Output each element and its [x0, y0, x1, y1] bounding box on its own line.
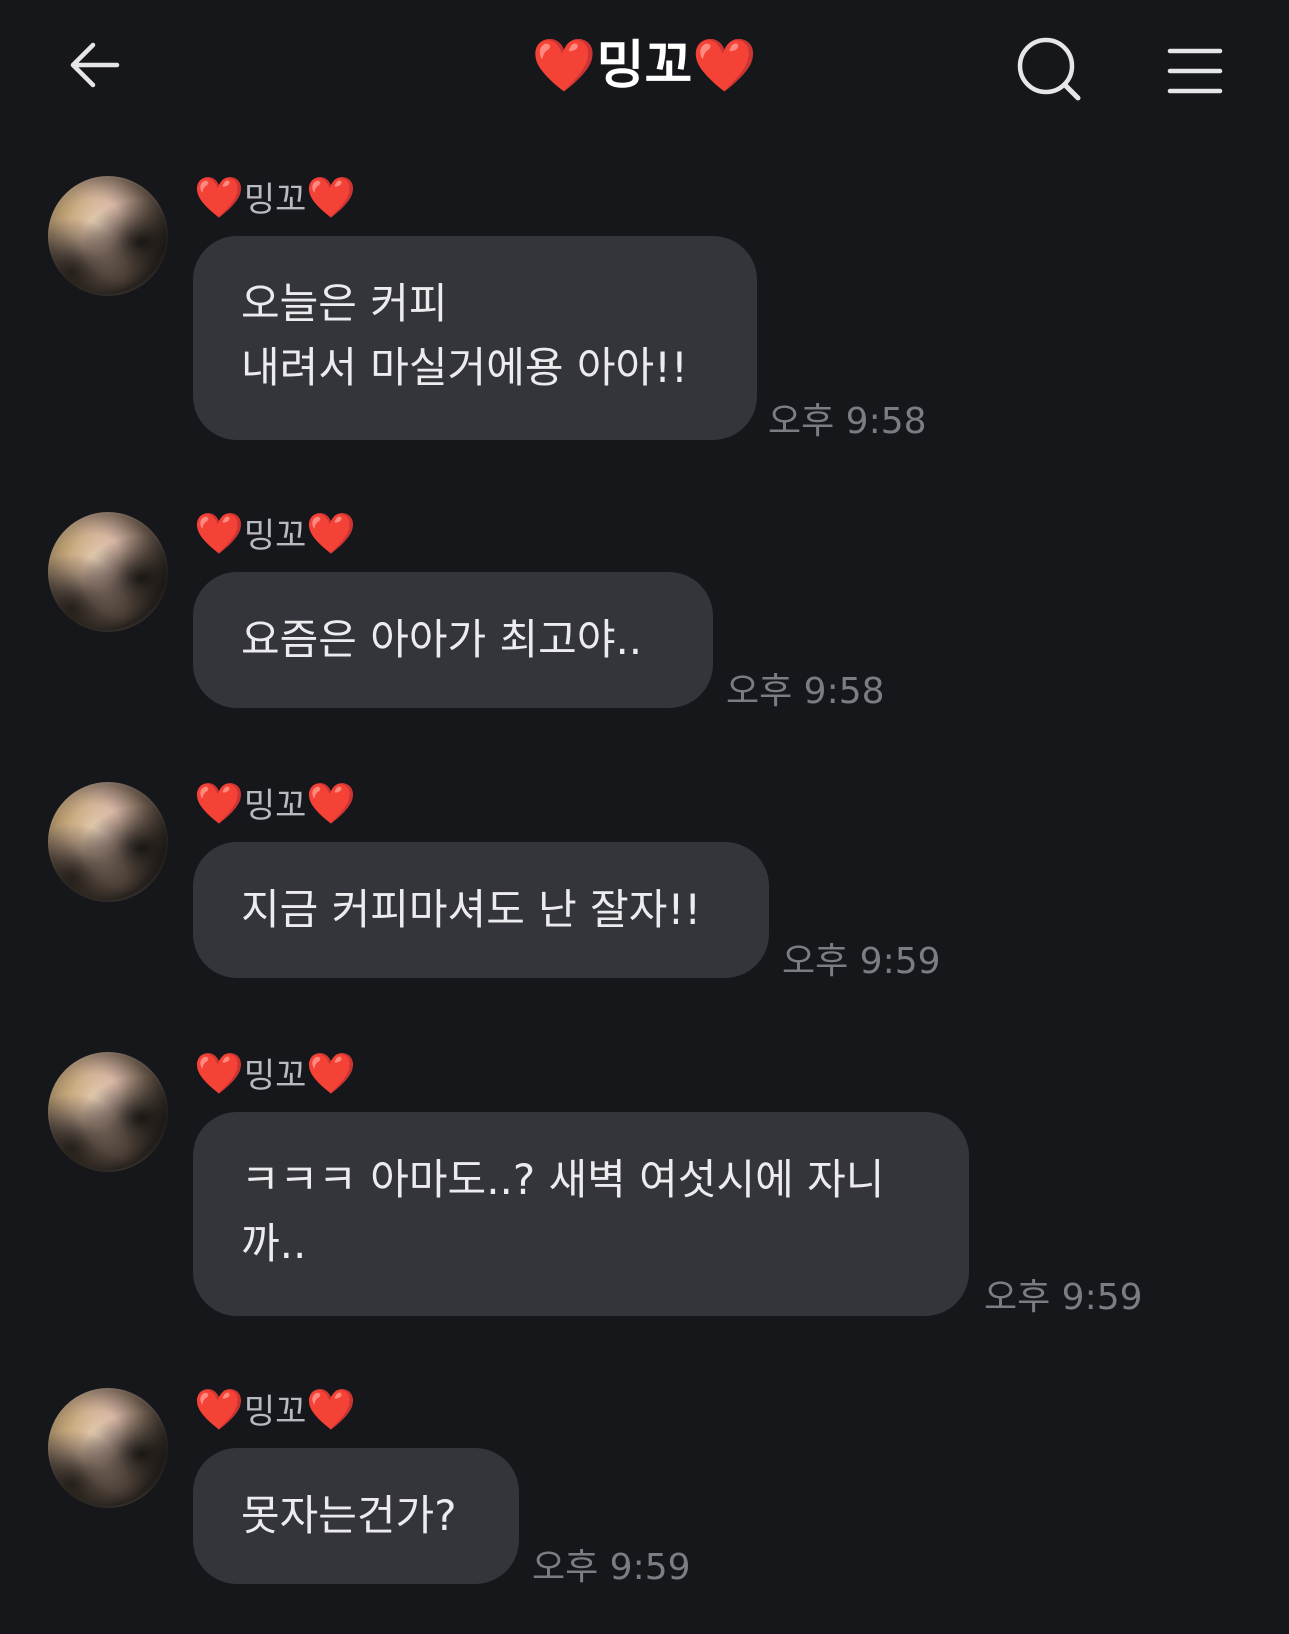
sender-name-text: 밍꼬 — [243, 516, 307, 556]
search-button[interactable] — [1010, 30, 1090, 110]
sender-name: ❤️밍꼬❤️ — [194, 780, 356, 830]
heart-icon: ❤️ — [692, 36, 758, 96]
heart-icon: ❤️ — [306, 1387, 357, 1433]
message-time: 오후 9:58 — [726, 671, 885, 712]
heart-icon: ❤️ — [531, 36, 597, 96]
heart-icon: ❤️ — [306, 511, 357, 557]
avatar[interactable] — [48, 1052, 168, 1172]
hamburger-menu-icon — [1167, 48, 1223, 94]
message-time: 오후 9:59 — [532, 1547, 691, 1588]
message-time: 오후 9:59 — [782, 941, 941, 982]
avatar[interactable] — [48, 512, 168, 632]
heart-icon: ❤️ — [306, 781, 357, 827]
message-bubble[interactable]: 오늘은 커피 내려서 마실거에용 아아!! — [193, 236, 757, 440]
message-bubble[interactable]: ㅋㅋㅋ 아마도..? 새벽 여섯시에 자니 까.. — [193, 1112, 969, 1316]
heart-icon: ❤️ — [194, 511, 244, 557]
heart-icon: ❤️ — [194, 1051, 244, 1097]
message-line: 지금 커피마셔도 난 잘자!! — [241, 885, 702, 934]
menu-button[interactable] — [1160, 36, 1230, 106]
search-icon — [1017, 37, 1081, 101]
message-bubble[interactable]: 요즘은 아아가 최고야.. — [193, 572, 713, 708]
avatar[interactable] — [48, 782, 168, 902]
message-line: 까.. — [241, 1219, 307, 1268]
message-line: ㅋㅋㅋ 아마도..? 새벽 여섯시에 자니 — [241, 1155, 885, 1204]
message-time: 오후 9:59 — [984, 1277, 1143, 1318]
chat-title-name: 밍꼬 — [596, 36, 693, 96]
heart-icon: ❤️ — [306, 1051, 357, 1097]
sender-name-text: 밍꼬 — [243, 1056, 307, 1096]
message-line: 못자는건가? — [241, 1491, 457, 1540]
sender-name: ❤️밍꼬❤️ — [194, 1050, 356, 1100]
chat-header: ❤️밍꼬❤️ — [0, 0, 1289, 140]
message-time: 오후 9:58 — [768, 401, 927, 442]
chat-title: ❤️밍꼬❤️ — [0, 30, 1289, 102]
heart-icon: ❤️ — [194, 1387, 244, 1433]
sender-name: ❤️밍꼬❤️ — [194, 174, 356, 224]
heart-icon: ❤️ — [194, 781, 244, 827]
sender-name: ❤️밍꼬❤️ — [194, 1386, 356, 1436]
avatar[interactable] — [48, 176, 168, 296]
heart-icon: ❤️ — [306, 175, 357, 221]
message-line: 내려서 마실거에용 아아!! — [241, 343, 688, 392]
message-line: 요즘은 아아가 최고야.. — [241, 615, 643, 664]
sender-name: ❤️밍꼬❤️ — [194, 510, 356, 560]
sender-name-text: 밍꼬 — [243, 786, 307, 826]
sender-name-text: 밍꼬 — [243, 1392, 307, 1432]
message-line: 오늘은 커피 — [241, 279, 448, 328]
heart-icon: ❤️ — [194, 175, 244, 221]
avatar[interactable] — [48, 1388, 168, 1508]
sender-name-text: 밍꼬 — [243, 180, 307, 220]
message-bubble[interactable]: 못자는건가? — [193, 1448, 519, 1584]
message-bubble[interactable]: 지금 커피마셔도 난 잘자!! — [193, 842, 769, 978]
